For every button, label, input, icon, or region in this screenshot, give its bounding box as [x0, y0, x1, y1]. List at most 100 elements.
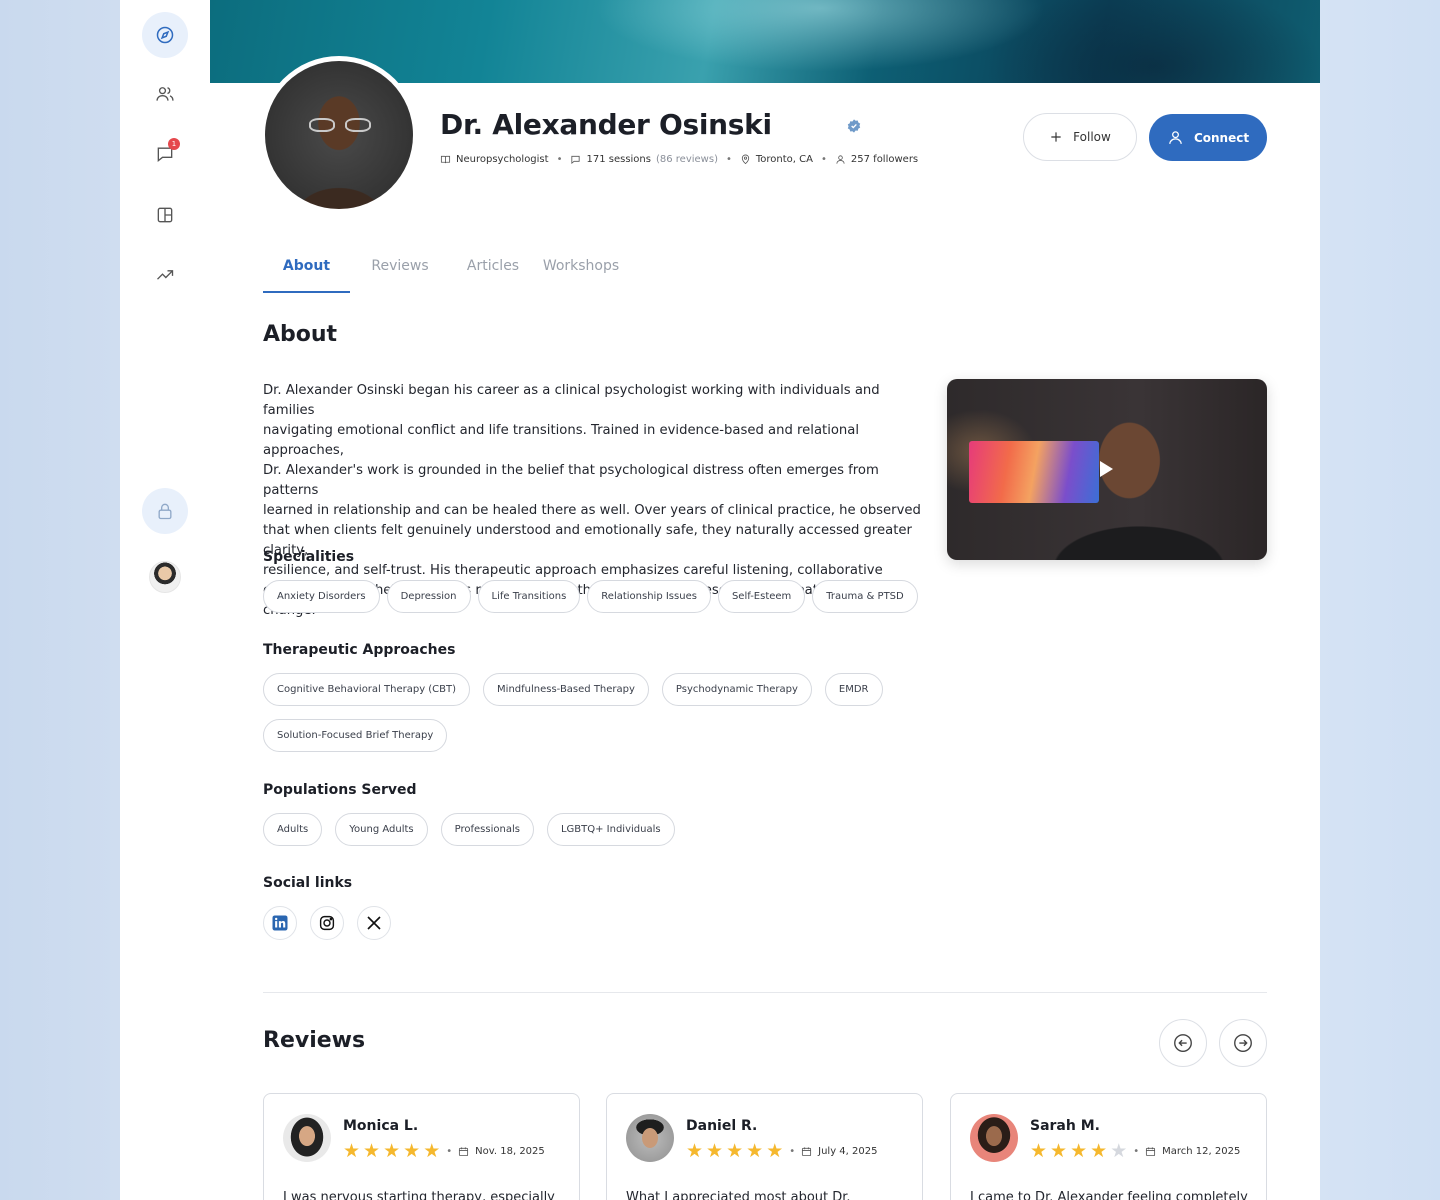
connect-button[interactable]: Connect: [1149, 114, 1267, 161]
star-icon: ★: [1030, 1140, 1048, 1162]
review-card[interactable]: Sarah M. ★ ★ ★ ★ ★ • March 12, 2025 I came t…: [950, 1093, 1267, 1200]
about-line: navigating emotional conflict and life t…: [263, 423, 860, 458]
populations-chips: Adults Young Adults Professionals LGBTQ+…: [263, 813, 675, 846]
x-icon: [367, 916, 381, 930]
population-chip[interactable]: Adults: [263, 813, 323, 846]
app-window: 1 Dr. Alexander Osinski Neuropsychologis…: [120, 0, 1320, 1200]
review-meta: ★ ★ ★ ★ ★ • March 12, 2025: [1030, 1140, 1241, 1162]
user-icon: [1169, 131, 1182, 144]
speciality-chip[interactable]: Trauma & PTSD: [812, 580, 918, 613]
follow-button[interactable]: Follow: [1023, 113, 1137, 161]
location-pin-icon: [741, 154, 750, 165]
lock-button[interactable]: [142, 488, 188, 534]
about-line: Dr. Alexander's work is grounded in the …: [263, 463, 879, 498]
population-chip[interactable]: Professionals: [440, 813, 534, 846]
reviews-heading: Reviews: [263, 1028, 366, 1053]
instagram-link[interactable]: [310, 906, 344, 940]
notification-badge: 1: [168, 138, 180, 150]
tab-workshops[interactable]: Workshops: [536, 250, 626, 293]
approach-chip[interactable]: Cognitive Behavioral Therapy (CBT): [263, 673, 471, 706]
star-icon: ★: [383, 1140, 401, 1162]
review-date: Nov. 18, 2025: [475, 1146, 545, 1157]
profile-followers[interactable]: 257 followers: [851, 154, 918, 165]
approach-chip[interactable]: Psychodynamic Therapy: [661, 673, 812, 706]
user-avatar[interactable]: [149, 561, 181, 593]
intro-video[interactable]: [947, 379, 1267, 560]
sidebar-item-explore[interactable]: [142, 12, 188, 58]
reviewer-avatar: [970, 1114, 1018, 1162]
reviewer-name: Daniel R.: [686, 1118, 758, 1134]
section-divider: [263, 992, 1267, 993]
profile-photo: [260, 56, 418, 214]
reviews-next-button[interactable]: [1219, 1019, 1267, 1067]
layout-icon: [157, 207, 173, 223]
calendar-icon: [1146, 1147, 1156, 1157]
star-icon: ★: [746, 1140, 764, 1162]
plus-icon: [1051, 132, 1061, 142]
about-line: that when clients felt genuinely underst…: [263, 523, 912, 558]
speciality-chip[interactable]: Life Transitions: [477, 580, 581, 613]
tab-about[interactable]: About: [263, 250, 350, 293]
separator-dot: •: [821, 154, 827, 165]
social-title: Social links: [263, 875, 353, 891]
arrow-right-icon: [1234, 1034, 1252, 1052]
sidebar: 1: [120, 0, 210, 1200]
x-link[interactable]: [357, 906, 391, 940]
reviewer-name: Sarah M.: [1030, 1118, 1100, 1134]
population-chip[interactable]: LGBTQ+ Individuals: [546, 813, 675, 846]
review-date: March 12, 2025: [1162, 1146, 1241, 1157]
review-meta: ★ ★ ★ ★ ★ • July 4, 2025: [686, 1140, 878, 1162]
star-icon: ★: [766, 1140, 784, 1162]
social-links: [263, 906, 391, 940]
user-icon: [836, 155, 845, 164]
profile-name: Dr. Alexander Osinski: [440, 108, 772, 141]
profile-role: Neuropsychologist: [456, 154, 549, 165]
follow-button-label: Follow: [1073, 130, 1111, 144]
profile-location: Toronto, CA: [755, 154, 813, 165]
sidebar-item-people[interactable]: [142, 71, 188, 117]
users-icon: [156, 87, 174, 101]
star-icon: ★: [343, 1140, 361, 1162]
star-icon: ★: [1070, 1140, 1088, 1162]
review-text: What I appreciated most about Dr.: [626, 1190, 851, 1200]
sidebar-item-messages[interactable]: 1: [142, 131, 188, 177]
review-date: July 4, 2025: [818, 1146, 878, 1157]
profile-meta: Neuropsychologist • 171 sessions (86 rev…: [440, 154, 918, 165]
review-card[interactable]: Monica L. ★ ★ ★ ★ ★ • Nov. 18, 2025 I was ne…: [263, 1093, 580, 1200]
separator-dot: •: [725, 154, 732, 165]
calendar-icon: [459, 1147, 469, 1157]
main-content: Dr. Alexander Osinski Neuropsychologist …: [210, 0, 1320, 1200]
approaches-chips: Cognitive Behavioral Therapy (CBT) Mindf…: [263, 673, 883, 752]
review-text: I was nervous starting therapy, especial…: [283, 1190, 555, 1200]
tab-articles[interactable]: Articles: [450, 250, 536, 293]
speciality-chip[interactable]: Depression: [386, 580, 471, 613]
star-icon: ★: [1110, 1140, 1128, 1162]
linkedin-link[interactable]: [263, 906, 297, 940]
population-chip[interactable]: Young Adults: [335, 813, 428, 846]
verified-icon: [847, 119, 861, 133]
approach-chip[interactable]: EMDR: [824, 673, 883, 706]
sidebar-item-analytics[interactable]: [142, 252, 188, 298]
about-line: Dr. Alexander Osinski began his career a…: [263, 383, 880, 418]
star-icon: ★: [726, 1140, 744, 1162]
tab-reviews[interactable]: Reviews: [350, 250, 450, 293]
sidebar-item-layout[interactable]: [142, 192, 188, 238]
reviews-prev-button[interactable]: [1159, 1019, 1207, 1067]
reviewer-name: Monica L.: [343, 1118, 419, 1134]
approach-chip[interactable]: Mindfulness-Based Therapy: [483, 673, 649, 706]
speciality-chip[interactable]: Relationship Issues: [587, 580, 711, 613]
trending-icon: [157, 270, 174, 280]
specialities-chips: Anxiety Disorders Depression Life Transi…: [263, 580, 963, 613]
approaches-title: Therapeutic Approaches: [263, 642, 456, 658]
review-text: I came to Dr. Alexander feeling complete…: [970, 1190, 1248, 1200]
speciality-chip[interactable]: Self-Esteem: [717, 580, 806, 613]
profile-review-count[interactable]: (86 reviews): [656, 154, 718, 165]
star-icon: ★: [1090, 1140, 1108, 1162]
approach-chip[interactable]: Solution-Focused Brief Therapy: [263, 719, 448, 752]
speciality-chip[interactable]: Anxiety Disorders: [263, 580, 380, 613]
separator-dot: •: [556, 154, 563, 165]
play-icon[interactable]: [1100, 461, 1113, 477]
review-card[interactable]: Daniel R. ★ ★ ★ ★ ★ • July 4, 2025 What I ap…: [606, 1093, 923, 1200]
reviewer-avatar: [626, 1114, 674, 1162]
about-line: resilience, and self-trust. His therapeu…: [263, 563, 883, 578]
